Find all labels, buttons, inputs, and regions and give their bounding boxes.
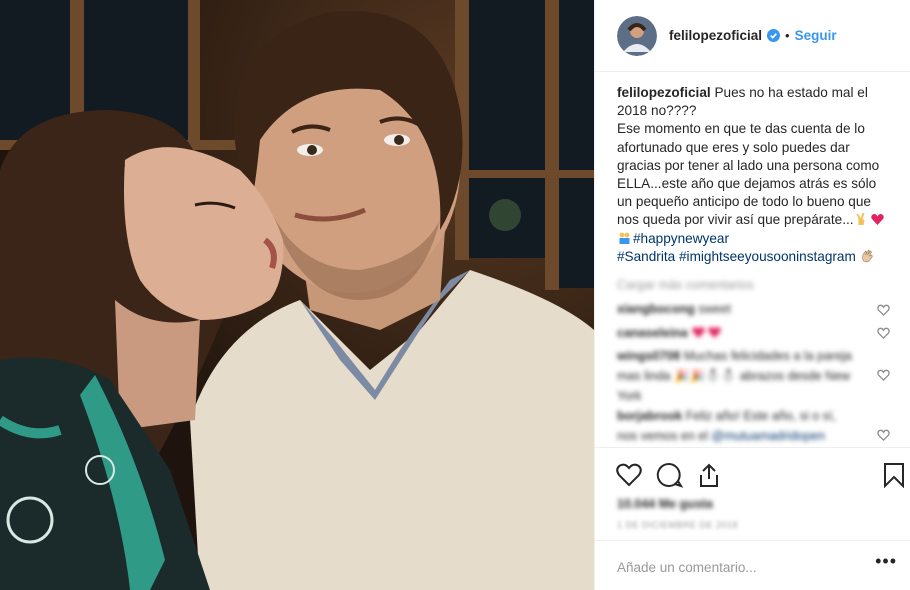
like-count[interactable]: 10.044 Me gusta xyxy=(617,497,713,511)
comment-bubble-icon[interactable] xyxy=(655,462,683,488)
comment-item: canaseleina xyxy=(617,323,859,343)
comment-item: borjabrook Feliz año! Este año, si o sí,… xyxy=(617,406,859,446)
waving-hand-icon xyxy=(861,249,873,263)
comment-item: wings0708 Muchas felicidades a la pareja… xyxy=(617,346,859,406)
red-heart-icon xyxy=(692,327,706,338)
verified-badge-icon xyxy=(767,29,781,42)
comment-item: xiangbocong sweet xyxy=(617,299,859,319)
comment-username[interactable]: xiangbocong xyxy=(617,302,695,316)
instagram-post: felilopezoficial • Seguir felilopezofici… xyxy=(0,0,910,590)
like-comment-heart-icon[interactable] xyxy=(877,369,890,381)
like-comment-heart-icon[interactable] xyxy=(877,429,890,441)
comment-username[interactable]: borjabrook xyxy=(617,409,682,423)
comment-text: sweet xyxy=(698,302,731,316)
hashtag-happynewyear[interactable]: #happynewyear xyxy=(633,231,729,246)
like-comment-heart-icon[interactable] xyxy=(877,304,890,316)
share-icon[interactable] xyxy=(695,462,723,488)
couple-icon xyxy=(619,232,630,244)
photo-illustration xyxy=(0,0,594,590)
like-heart-icon[interactable] xyxy=(615,462,643,488)
save-bookmark-icon[interactable] xyxy=(883,462,905,488)
post-photo[interactable] xyxy=(0,0,594,590)
header-separator: • xyxy=(785,28,790,43)
post-sidebar: felilopezoficial • Seguir felilopezofici… xyxy=(594,0,910,590)
follow-button[interactable]: Seguir xyxy=(795,28,837,43)
avatar[interactable] xyxy=(617,15,657,56)
red-heart-icon xyxy=(870,214,884,226)
caption-line2: Ese momento en que te das cuenta de lo a… xyxy=(617,121,880,228)
post-actions xyxy=(595,447,910,497)
more-options-button[interactable]: ••• xyxy=(875,552,897,570)
add-comment-bar: ••• xyxy=(595,540,910,590)
comment-username[interactable]: canaseleina xyxy=(617,326,688,340)
post-caption: felilopezoficial Pues no ha estado mal e… xyxy=(617,84,893,266)
comment-mention[interactable]: @mutuamadridopen xyxy=(712,429,825,443)
like-comment-heart-icon[interactable] xyxy=(877,327,890,339)
add-comment-input[interactable] xyxy=(615,553,849,581)
hashtag-sandrita[interactable]: #Sandrita xyxy=(617,249,675,264)
post-date: 1 DE DICIEMBRE DE 2018 xyxy=(617,520,739,530)
victory-hand-icon xyxy=(856,213,865,226)
load-more-comments[interactable]: Cargar más comentarios xyxy=(617,278,754,292)
red-heart-icon xyxy=(708,327,722,338)
header-username[interactable]: felilopezoficial xyxy=(669,28,762,43)
hashtag-imightseeyousooninstagram[interactable]: #imightseeyousooninstagram xyxy=(679,249,856,264)
caption-username[interactable]: felilopezoficial xyxy=(617,85,711,100)
post-header: felilopezoficial • Seguir xyxy=(595,0,910,72)
comment-username[interactable]: wings0708 xyxy=(617,349,680,363)
